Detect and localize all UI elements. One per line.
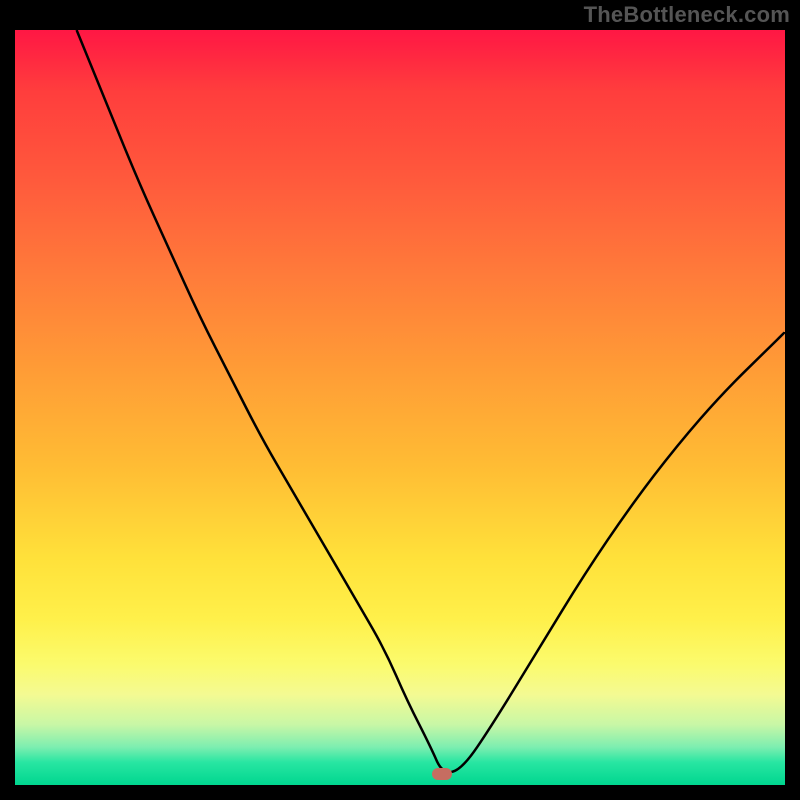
optimal-point-marker xyxy=(432,768,452,780)
chart-frame: TheBottleneck.com xyxy=(0,0,800,800)
curve-svg xyxy=(15,30,785,785)
plot-area xyxy=(15,30,785,785)
bottleneck-curve xyxy=(77,30,785,772)
watermark-text: TheBottleneck.com xyxy=(584,2,790,28)
